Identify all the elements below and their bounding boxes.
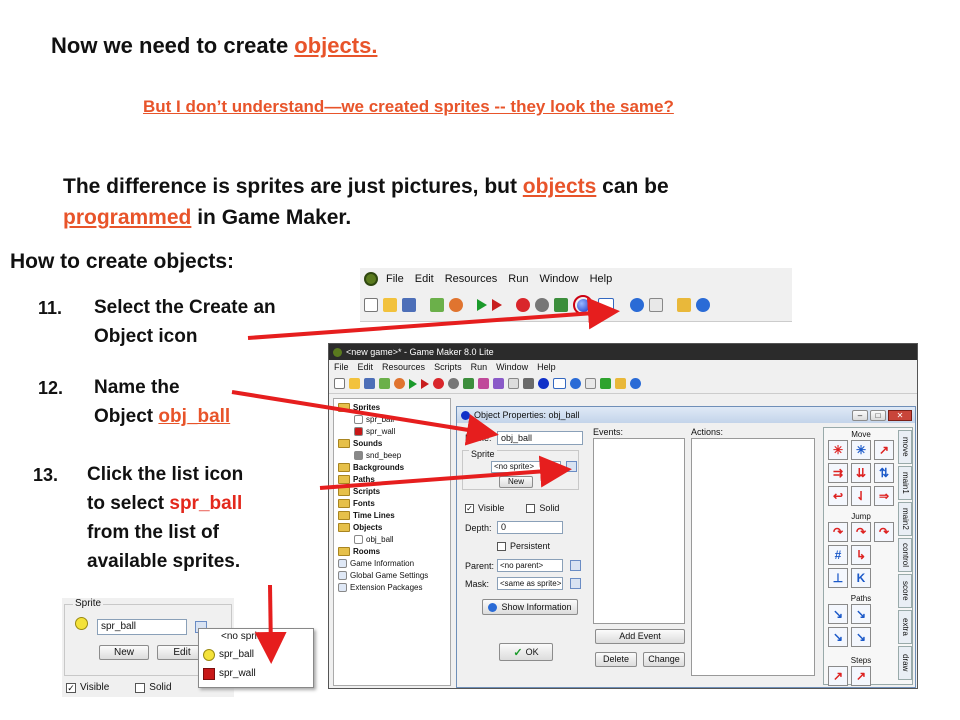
- annotation-arrows: [231, 297, 620, 664]
- arrow-step-12: [231, 390, 499, 446]
- arrow-step-13: [319, 455, 572, 490]
- arrow-step-11: [247, 297, 620, 340]
- arrow-down-dropdown: [254, 584, 287, 664]
